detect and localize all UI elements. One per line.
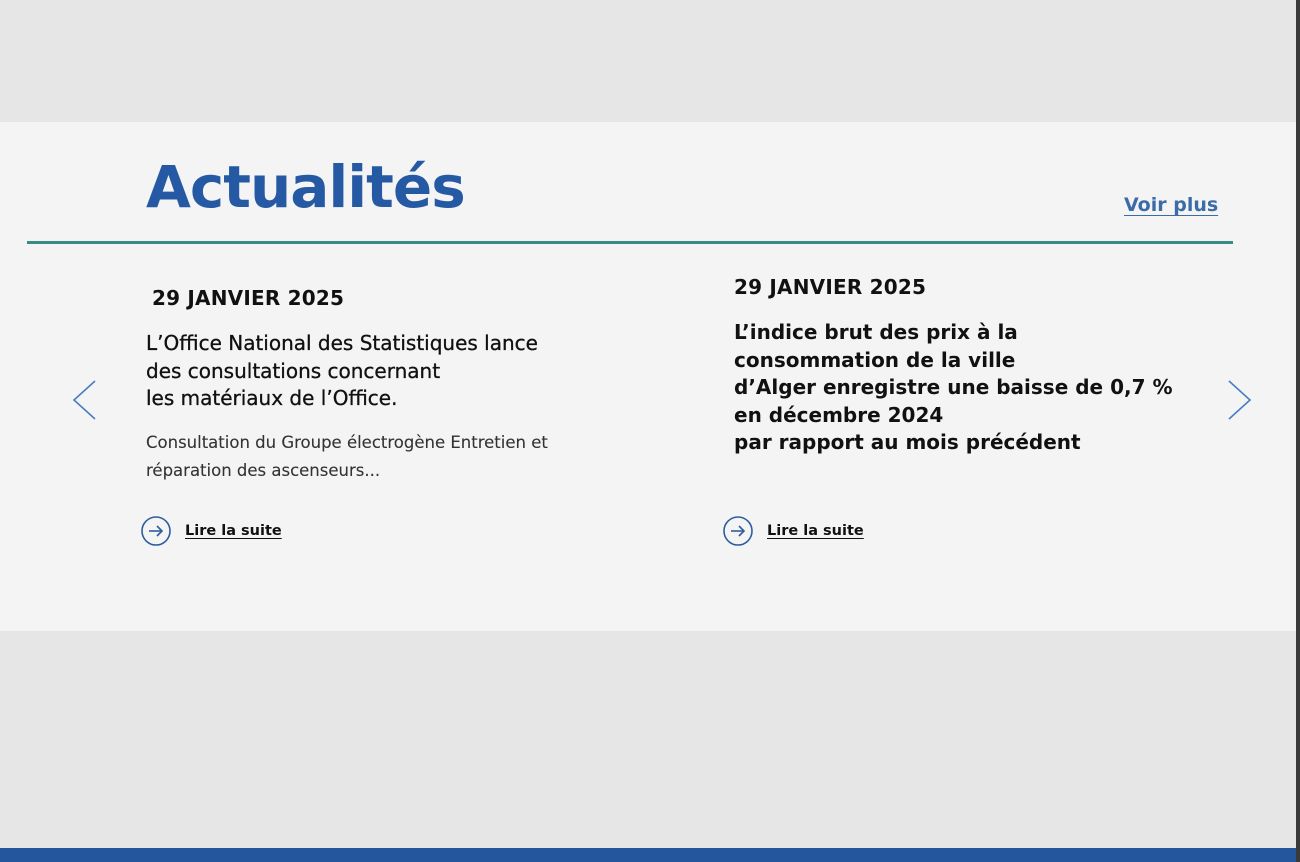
see-more-link[interactable]: Voir plus	[1124, 194, 1218, 216]
news-title-line: les matériaux de l’Office.	[146, 386, 398, 410]
news-title[interactable]: L’indice brut des prix à la consommation…	[734, 319, 1174, 457]
window-edge	[1296, 0, 1300, 862]
news-title-line: par rapport au mois précédent	[734, 430, 1081, 454]
read-more-link[interactable]: Lire la suite	[140, 515, 282, 547]
chevron-left-icon	[72, 380, 96, 420]
carousel-next-button[interactable]	[1222, 378, 1256, 422]
arrow-circle-right-icon	[723, 516, 753, 546]
news-title-line: des consultations concernant	[146, 358, 441, 383]
news-card: 29 JANVIER 2025 L’Office National des St…	[146, 286, 586, 486]
footer-bar	[0, 848, 1296, 862]
arrow-circle-right-icon	[141, 516, 171, 546]
chevron-right-icon	[1228, 380, 1252, 420]
news-card: 29 JANVIER 2025 L’indice brut des prix à…	[734, 275, 1174, 457]
news-title-line: en décembre 2024	[734, 402, 944, 427]
read-more-label: Lire la suite	[185, 523, 282, 539]
read-more-link[interactable]: Lire la suite	[722, 515, 864, 547]
news-excerpt-line: réparation des ascenseurs...	[146, 461, 381, 480]
news-excerpt: Consultation du Groupe électrogène Entre…	[146, 429, 586, 486]
news-date: 29 JANVIER 2025	[152, 286, 345, 310]
news-title-line: L’indice brut des prix à la	[734, 320, 1018, 344]
section-divider	[27, 241, 1233, 244]
news-title-line: L’Office National des Statistiques lance	[146, 331, 538, 355]
news-section: Actualités Voir plus 29 JANVIER 2025 L’O…	[0, 122, 1296, 631]
read-more-label: Lire la suite	[767, 523, 864, 539]
news-title[interactable]: L’Office National des Statistiques lance…	[146, 330, 586, 413]
news-title-line: d’Alger enregistre une baisse de 0,7 %	[734, 375, 1173, 399]
section-title: Actualités	[146, 153, 466, 221]
news-excerpt-line: Consultation du Groupe électrogène Entre…	[146, 432, 548, 452]
news-date: 29 JANVIER 2025	[734, 275, 927, 299]
news-title-line: consommation de la ville	[734, 347, 1016, 372]
carousel-prev-button[interactable]	[68, 378, 102, 422]
